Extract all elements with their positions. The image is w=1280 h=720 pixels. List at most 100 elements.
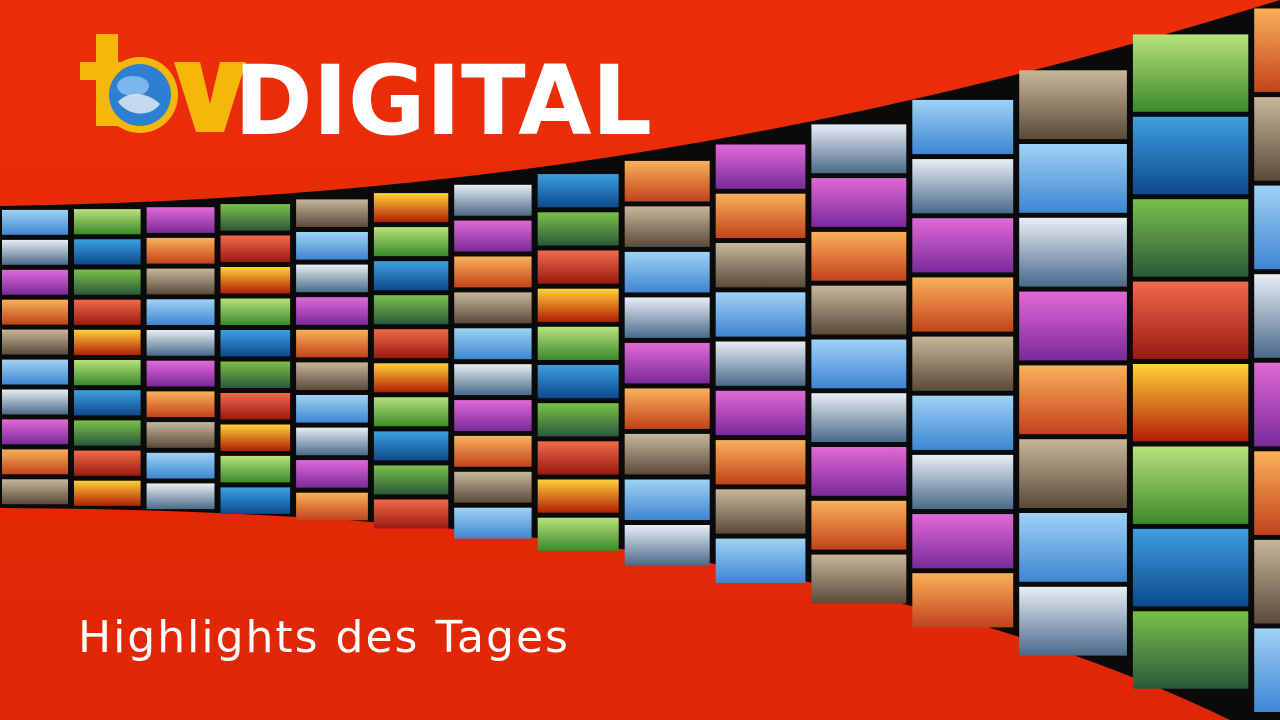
screen-tile	[296, 427, 368, 456]
screen-tile	[1019, 144, 1127, 213]
screen-tile	[2, 209, 68, 235]
screen-tile	[624, 433, 710, 475]
screen-tile	[537, 326, 619, 360]
screen-tile	[811, 500, 907, 550]
screen-tile	[373, 329, 449, 359]
screen-tile	[912, 454, 1014, 510]
screen-tile	[537, 479, 619, 513]
screen-tile	[1019, 70, 1127, 140]
screen-tile	[811, 231, 907, 281]
screen-tile	[2, 479, 68, 505]
screen-tile	[373, 261, 449, 291]
screen-tile	[2, 269, 68, 295]
screen-tile	[74, 209, 141, 235]
screen-tile	[74, 329, 141, 355]
screen-tile	[1254, 97, 1280, 181]
screen-tile	[1254, 185, 1280, 270]
screen-tile	[811, 447, 907, 496]
screen-tile	[912, 336, 1014, 391]
screen-tile	[537, 517, 619, 551]
screen-tile	[74, 239, 141, 265]
screen-tile	[373, 193, 449, 223]
screen-tile	[146, 207, 215, 233]
screen-tile	[624, 479, 710, 520]
screen-tile	[146, 452, 215, 479]
screen-tile	[1132, 116, 1249, 195]
screen-tile	[537, 365, 619, 399]
screen-tile	[1132, 281, 1249, 359]
screen-tile	[912, 573, 1014, 628]
screen-tile	[296, 492, 368, 521]
screen-tile	[624, 525, 710, 566]
screen-tile	[1132, 528, 1249, 607]
screen-tile	[715, 243, 806, 288]
screen-tile	[1132, 199, 1249, 277]
screen-tile	[146, 268, 215, 295]
screen-tile	[220, 393, 291, 420]
screen-tile	[296, 329, 368, 358]
screen-tile	[624, 297, 710, 338]
screen-tile	[2, 239, 68, 265]
screen-tile	[1132, 611, 1249, 689]
screen-tile	[811, 124, 907, 174]
screen-tile	[146, 299, 215, 325]
screen-tile	[2, 299, 68, 325]
screen-tile	[1019, 513, 1127, 582]
screen-tile	[220, 487, 291, 514]
screen-tile	[74, 390, 141, 416]
screen-tile	[146, 483, 215, 510]
screen-tile	[811, 554, 907, 604]
screen-tile	[220, 298, 291, 325]
screen-tile	[373, 431, 449, 461]
screen-tile	[146, 422, 215, 448]
screen-tile	[296, 264, 368, 293]
screen-tile	[220, 330, 291, 357]
screen-tile	[454, 435, 532, 467]
screen-tile	[2, 419, 68, 445]
screen-tile	[624, 251, 710, 293]
screen-tile	[454, 400, 532, 431]
screen-tile	[1254, 362, 1280, 447]
screen-tile	[715, 538, 806, 583]
screen-tile	[220, 424, 291, 451]
screen-tile	[537, 250, 619, 284]
screen-tile	[296, 297, 368, 325]
screen-tile	[537, 288, 619, 322]
screen-tile	[715, 341, 806, 386]
logo-tv-text: tv	[78, 32, 79, 33]
screen-tile	[715, 489, 806, 534]
screen-tile	[811, 393, 907, 442]
screen-tile	[74, 269, 141, 295]
screen-tile	[373, 295, 449, 325]
screen-tile	[1132, 34, 1249, 112]
screen-tile	[74, 299, 141, 325]
screen-tile	[74, 360, 141, 386]
headline: Highlights des Tages	[78, 612, 570, 663]
screen-tile	[220, 204, 291, 231]
screen-tile	[373, 363, 449, 393]
screen-tile	[373, 227, 449, 257]
screen-tile	[1019, 217, 1127, 287]
screen-tile	[220, 235, 291, 262]
screen-tile	[715, 144, 806, 189]
screen-tile	[373, 465, 449, 495]
screen-tile	[454, 256, 532, 288]
screen-tile	[220, 455, 291, 483]
screen-tile	[1254, 628, 1280, 712]
screen-tile	[715, 193, 806, 238]
screen-tile	[454, 507, 532, 539]
screen-tile	[74, 480, 141, 506]
tv-digital-logo: tv DIGITAL	[78, 32, 652, 142]
screen-tile	[811, 339, 907, 389]
screen-tile	[74, 450, 141, 476]
screen-tile	[1132, 446, 1249, 524]
screen-tile	[146, 360, 215, 387]
screen-tile	[220, 267, 291, 294]
screen-tile	[454, 292, 532, 324]
screen-tile	[454, 184, 532, 216]
screen-tile	[624, 342, 710, 384]
screen-tile	[220, 361, 291, 388]
screen-tile	[296, 362, 368, 390]
screen-tile	[715, 292, 806, 337]
screen-tile	[373, 499, 449, 529]
